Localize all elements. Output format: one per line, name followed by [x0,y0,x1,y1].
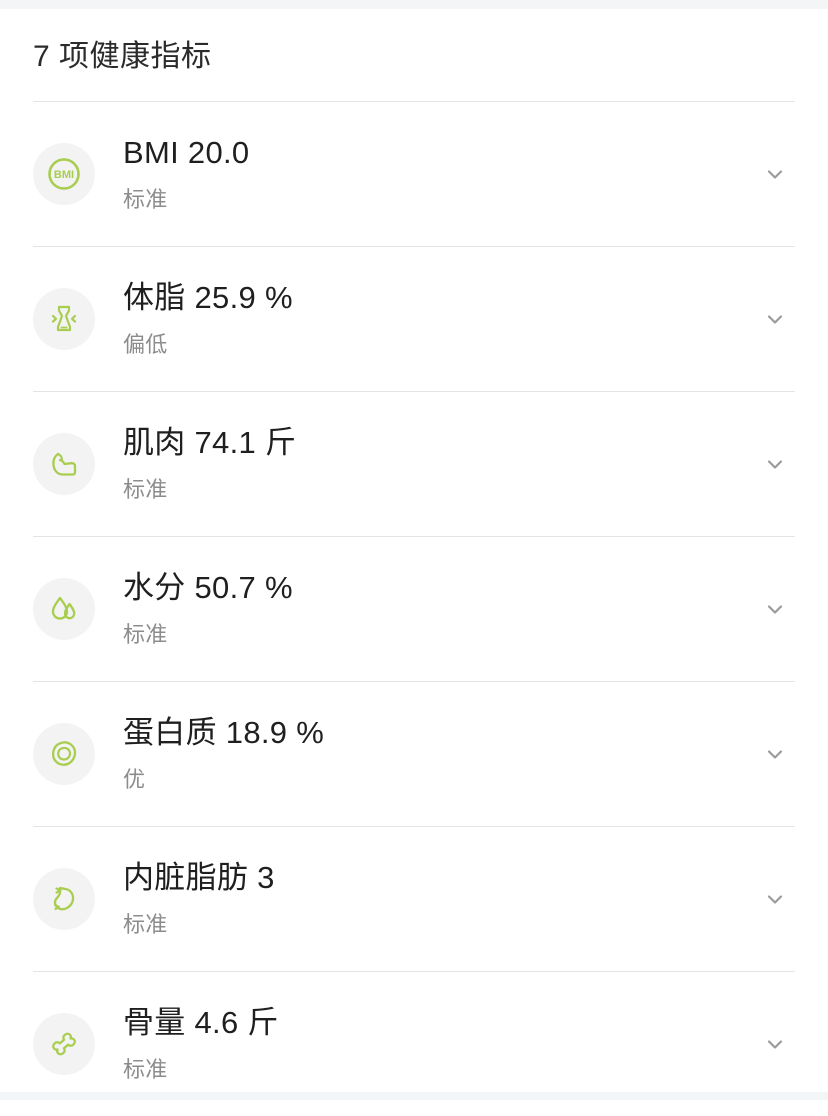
chevron-down-icon[interactable] [755,589,795,629]
metric-texts: 水分 50.7 % 标准 [123,567,743,651]
metric-title: 内脏脂肪 3 [123,859,275,895]
metric-title: 蛋白质 18.9 % [123,714,325,750]
body-fat-torso-icon [33,287,95,350]
chevron-down-icon[interactable] [755,734,795,774]
water-droplets-icon [33,577,95,640]
svg-text:BMI: BMI [54,169,74,181]
metric-title: 肌肉 74.1 斤 [123,424,297,460]
metric-status: 标准 [123,621,168,647]
metric-title: 水分 50.7 % [123,569,293,605]
page-title: 7 项健康指标 [33,40,212,73]
metric-texts: 肌肉 74.1 斤 标准 [123,422,743,506]
chevron-down-icon[interactable] [755,444,795,484]
metric-texts: 体脂 25.9 % 偏低 [123,277,743,361]
list-item[interactable]: 内脏脂肪 3 标准 [0,826,828,971]
chevron-down-icon[interactable] [755,879,795,919]
list-item[interactable]: 水分 50.7 % 标准 [0,536,828,681]
metric-status: 标准 [123,911,168,937]
protein-egg-icon [33,722,95,785]
chevron-down-icon[interactable] [755,1024,795,1064]
metric-texts: BMI 20.0 标准 [123,132,743,216]
metric-texts: 蛋白质 18.9 % 优 [123,712,743,796]
metric-status: 标准 [123,186,168,212]
list-item[interactable]: 体脂 25.9 % 偏低 [0,246,828,391]
muscle-bicep-icon [33,432,95,495]
list-item[interactable]: 肌肉 74.1 斤 标准 [0,391,828,536]
chevron-down-icon[interactable] [755,154,795,194]
bone-mass-bone-icon [33,1012,95,1075]
metric-title: 骨量 4.6 斤 [123,1004,279,1040]
metric-status: 标准 [123,1056,168,1082]
top-edge-band [0,0,828,9]
list-item[interactable]: BMI BMI 20.0 标准 [0,101,828,246]
metric-status: 标准 [123,476,168,502]
health-metrics-list: BMI BMI 20.0 标准 体脂 25.9 % 偏低 肌肉 74.1 斤 标… [0,101,828,1116]
list-item[interactable]: 蛋白质 18.9 % 优 [0,681,828,826]
metric-texts: 内脏脂肪 3 标准 [123,857,743,941]
bottom-edge-band [0,1092,828,1100]
metric-texts: 骨量 4.6 斤 标准 [123,1002,743,1086]
health-metrics-card: 7 项健康指标 BMI BMI 20.0 标准 体脂 25.9 % 偏低 肌肉 … [0,9,828,1116]
metric-title: BMI 20.0 [123,134,250,170]
chevron-down-icon[interactable] [755,299,795,339]
metric-status: 优 [123,766,146,792]
metric-title: 体脂 25.9 % [123,279,293,315]
health-metrics-screen: 7 项健康指标 BMI BMI 20.0 标准 体脂 25.9 % 偏低 肌肉 … [0,0,828,1116]
visceral-fat-stomach-icon [33,867,95,930]
bmi-circle-icon: BMI [33,142,95,205]
metric-status: 偏低 [123,331,168,357]
